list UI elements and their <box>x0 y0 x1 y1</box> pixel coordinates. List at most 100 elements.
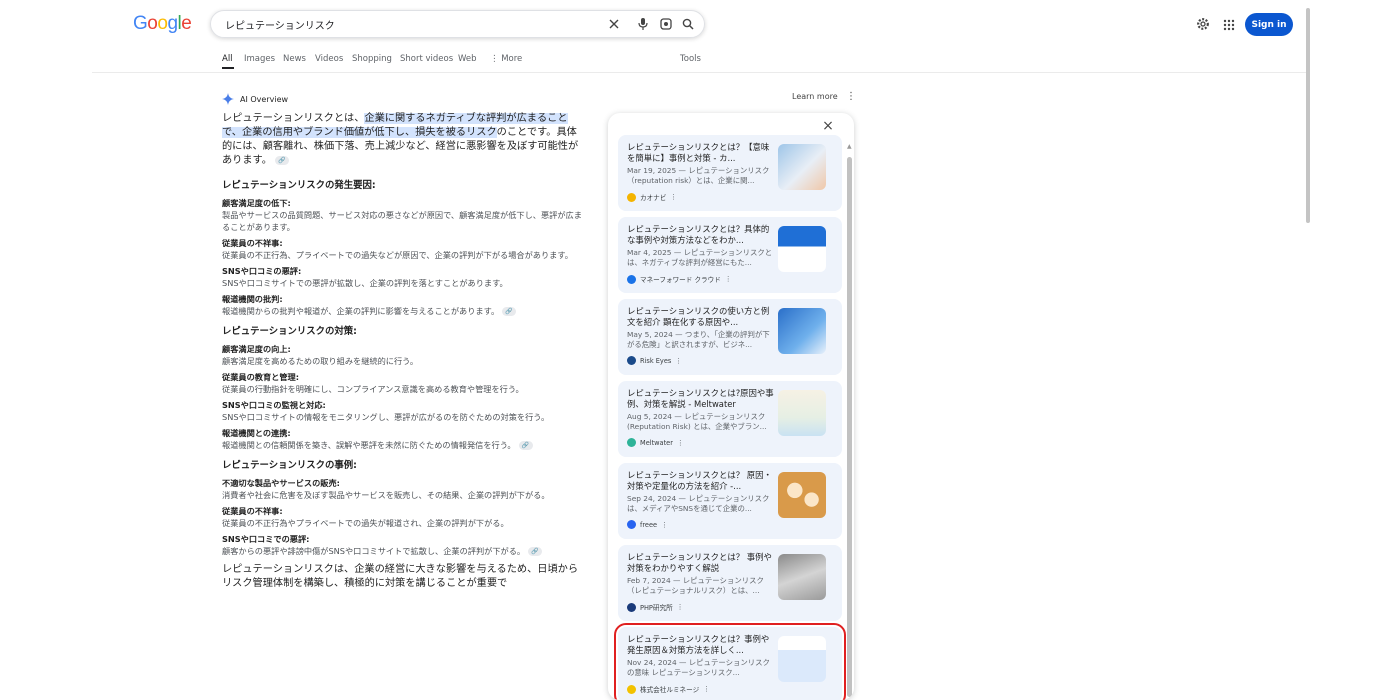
source-thumbnail <box>778 472 826 518</box>
source-link-icon[interactable]: 🔗 <box>502 307 517 316</box>
tab-all[interactable]: All <box>222 54 233 64</box>
source-link-icon[interactable]: 🔗 <box>274 155 289 165</box>
source-name: PHP研究所 <box>640 604 673 612</box>
more-options-icon[interactable]: ⋮ <box>670 193 677 201</box>
source-title[interactable]: レピュテーションリスクとは？具体的な事例や対策方法などをわか... <box>627 224 775 246</box>
source-thumbnail <box>778 308 826 354</box>
google-logo[interactable]: Google <box>133 13 192 35</box>
learn-more-link[interactable]: Learn more <box>792 92 838 101</box>
active-tab-indicator <box>222 67 234 69</box>
sources-panel: × レピュテーションリスクとは？【意味を簡単に】事例と対策 - カ... Mar… <box>608 113 854 700</box>
more-options-icon[interactable]: ⋮ <box>677 603 684 611</box>
source-card[interactable]: レピュテーションリスクの使い方と例文を紹介 顕在化する原因や... May 5,… <box>618 299 842 375</box>
source-title[interactable]: レピュテーションリスクとは?原因や事例、対策を解説 - Meltwater <box>627 388 775 410</box>
tab-short-videos[interactable]: Short videos <box>400 54 453 64</box>
ai-overview-lead: レピュテーションリスクとは、企業に関するネガティブな評判が広まることで、企業の信… <box>222 112 584 168</box>
clear-icon[interactable] <box>606 16 622 32</box>
source-snippet: Nov 24, 2024 — レピュテーションリスクの意味 レピュテーションリス… <box>627 658 770 677</box>
more-options-icon[interactable]: ⋮ <box>675 357 682 365</box>
site-favicon-icon <box>627 356 636 365</box>
camera-lens-icon[interactable] <box>658 16 674 32</box>
lead-text-start: レピュテーションリスクとは、 <box>222 113 365 124</box>
source-meta: Risk Eyes ⋮ <box>627 356 682 365</box>
source-thumbnail <box>778 144 826 190</box>
item-description: 顧客からの悪評や誹謗中傷がSNSや口コミサイトで拡散し、企業の評判が下がる。 🔗 <box>222 545 584 557</box>
tab-shopping[interactable]: Shopping <box>352 54 392 64</box>
item-description: SNSや口コミサイトの情報をモニタリングし、悪評が広がるのを防ぐための対策を行う… <box>222 412 550 422</box>
source-name: マネーフォワード クラウド <box>640 276 721 284</box>
apps-grid-icon[interactable] <box>1223 16 1239 32</box>
page-scrollbar-thumb[interactable] <box>1306 8 1310 223</box>
source-meta: Meltwater ⋮ <box>627 438 684 447</box>
site-favicon-icon <box>627 520 636 529</box>
item-heading: 従業員の教育と管理: <box>222 372 299 382</box>
source-card[interactable]: レピュテーションリスクとは？具体的な事例や対策方法などをわか... Mar 4,… <box>618 217 842 293</box>
source-thumbnail <box>778 636 826 682</box>
section-heading-measures: レピュテーションリスクの対策: <box>222 326 357 337</box>
item-description-text: 報道機関との信頼関係を築き、誤解や悪評を未然に防ぐための情報発信を行う。 <box>222 440 516 450</box>
close-icon[interactable]: × <box>821 119 835 133</box>
tab-more[interactable]: ⋮ More <box>490 54 522 64</box>
source-card-selected[interactable]: レピュテーションリスクとは？事例や発生原因＆対策方法を詳しく... Nov 24… <box>614 623 846 700</box>
source-title[interactable]: レピュテーションリスクとは？ 事例や対策をわかりやすく解説 <box>627 552 775 574</box>
settings-gear-icon[interactable] <box>1196 16 1212 32</box>
scroll-up-arrow-icon[interactable]: ▲ <box>847 143 852 150</box>
source-snippet: Mar 4, 2025 — レピュテーションリスクとは、ネガティブな評判が経営に… <box>627 248 773 267</box>
source-title[interactable]: レピュテーションリスクの使い方と例文を紹介 顕在化する原因や... <box>627 306 775 328</box>
item-heading: 従業員の不祥事: <box>222 238 283 248</box>
more-options-icon[interactable]: ⋮ <box>703 685 710 693</box>
source-card[interactable]: レピュテーションリスクとは?原因や事例、対策を解説 - Meltwater Au… <box>618 381 842 457</box>
item-heading: SNSや口コミの悪評: <box>222 266 302 276</box>
item-heading: 従業員の不祥事: <box>222 506 283 516</box>
more-dots-icon: ⋮ <box>490 54 502 64</box>
page-scrollbar[interactable] <box>1305 0 1312 700</box>
source-link-icon[interactable]: 🔗 <box>528 547 543 556</box>
search-input[interactable]: レピュテーションリスク <box>225 17 335 32</box>
ai-overview-conclusion: レピュテーションリスクは、企業の経営に大きな影響を与えるため、日頃からリスク管理… <box>222 564 579 589</box>
site-favicon-icon <box>627 274 636 284</box>
panel-scrollbar-thumb[interactable] <box>847 157 852 697</box>
source-snippet: Sep 24, 2024 — レピュテーションリスクは、メディアやSNSを通じて… <box>627 494 770 513</box>
search-icon[interactable] <box>680 16 696 32</box>
source-card[interactable]: レピュテーションリスクとは？【意味を簡単に】事例と対策 - カ... Mar 1… <box>618 135 842 211</box>
source-meta: freee ⋮ <box>627 520 668 529</box>
source-card[interactable]: レピュテーションリスクとは？ 原因・対策や定量化の方法を紹介 -... Sep … <box>618 463 842 539</box>
source-title[interactable]: レピュテーションリスクとは？事例や発生原因＆対策方法を詳しく... <box>627 634 775 656</box>
item-description: 従業員の不正行為やプライベートでの過失が報道され、企業の評判が下がる。 <box>222 518 509 528</box>
ai-overview-body: レピュテーションリスクとは、企業に関するネガティブな評判が広まることで、企業の信… <box>222 112 584 591</box>
item-description-text: 報道機関からの批判や報道が、企業の評判に影響を与えることがあります。 <box>222 306 500 316</box>
item-description: 製品やサービスの品質問題、サービス対応の悪さなどが原因で、顧客満足度が低下し、悪… <box>222 210 582 232</box>
more-options-icon[interactable]: ⋮ <box>725 275 732 283</box>
item-heading: SNSや口コミの監視と対応: <box>222 400 326 410</box>
tab-videos[interactable]: Videos <box>315 54 343 64</box>
section-heading-examples: レピュテーションリスクの事例: <box>222 460 357 471</box>
search-results-page: Google レピュテーションリスク Sign in All Images Ne… <box>0 0 1400 700</box>
tab-images[interactable]: Images <box>244 54 275 64</box>
source-snippet: Aug 5, 2024 — レピュテーションリスク(Reputation Ris… <box>627 412 767 431</box>
source-title[interactable]: レピュテーションリスクとは？ 原因・対策や定量化の方法を紹介 -... <box>627 470 775 492</box>
tab-web[interactable]: Web <box>458 54 477 64</box>
item-heading: SNSや口コミでの悪評: <box>222 534 310 544</box>
source-title[interactable]: レピュテーションリスクとは？【意味を簡単に】事例と対策 - カ... <box>627 142 775 164</box>
item-heading: 報道機関の批判: <box>222 294 283 304</box>
panel-scrollbar[interactable]: ▲ <box>847 143 852 698</box>
source-link-icon[interactable]: 🔗 <box>518 441 533 450</box>
search-box[interactable]: レピュテーションリスク <box>210 10 705 38</box>
item-description: 報道機関からの批判や報道が、企業の評判に影響を与えることがあります。 🔗 <box>222 305 584 317</box>
item-heading: 顧客満足度の低下: <box>222 198 291 208</box>
source-card[interactable]: レピュテーションリスクとは？ 事例や対策をわかりやすく解説 Feb 7, 202… <box>618 545 842 621</box>
item-description: 報道機関との信頼関係を築き、誤解や悪評を未然に防ぐための情報発信を行う。 🔗 <box>222 439 584 451</box>
tools-button[interactable]: Tools <box>680 54 701 64</box>
source-name: カオナビ <box>640 194 667 202</box>
source-name: Risk Eyes <box>640 356 672 365</box>
microphone-icon[interactable] <box>635 16 651 32</box>
sign-in-button[interactable]: Sign in <box>1245 13 1293 36</box>
item-heading: 不適切な製品やサービスの販売: <box>222 478 340 488</box>
item-description: 従業員の不正行為、プライベートでの過失などが原因で、企業の評判が下がる場合があり… <box>222 250 573 260</box>
ai-overview-title: AI Overview <box>240 95 289 104</box>
more-options-icon[interactable]: ⋮ <box>677 439 684 447</box>
tab-news[interactable]: News <box>283 54 306 64</box>
more-options-icon[interactable]: ⋮ <box>661 521 668 529</box>
item-heading: 報道機関との連携: <box>222 428 291 438</box>
ai-overview-menu-icon[interactable]: ⋮ <box>846 92 856 102</box>
